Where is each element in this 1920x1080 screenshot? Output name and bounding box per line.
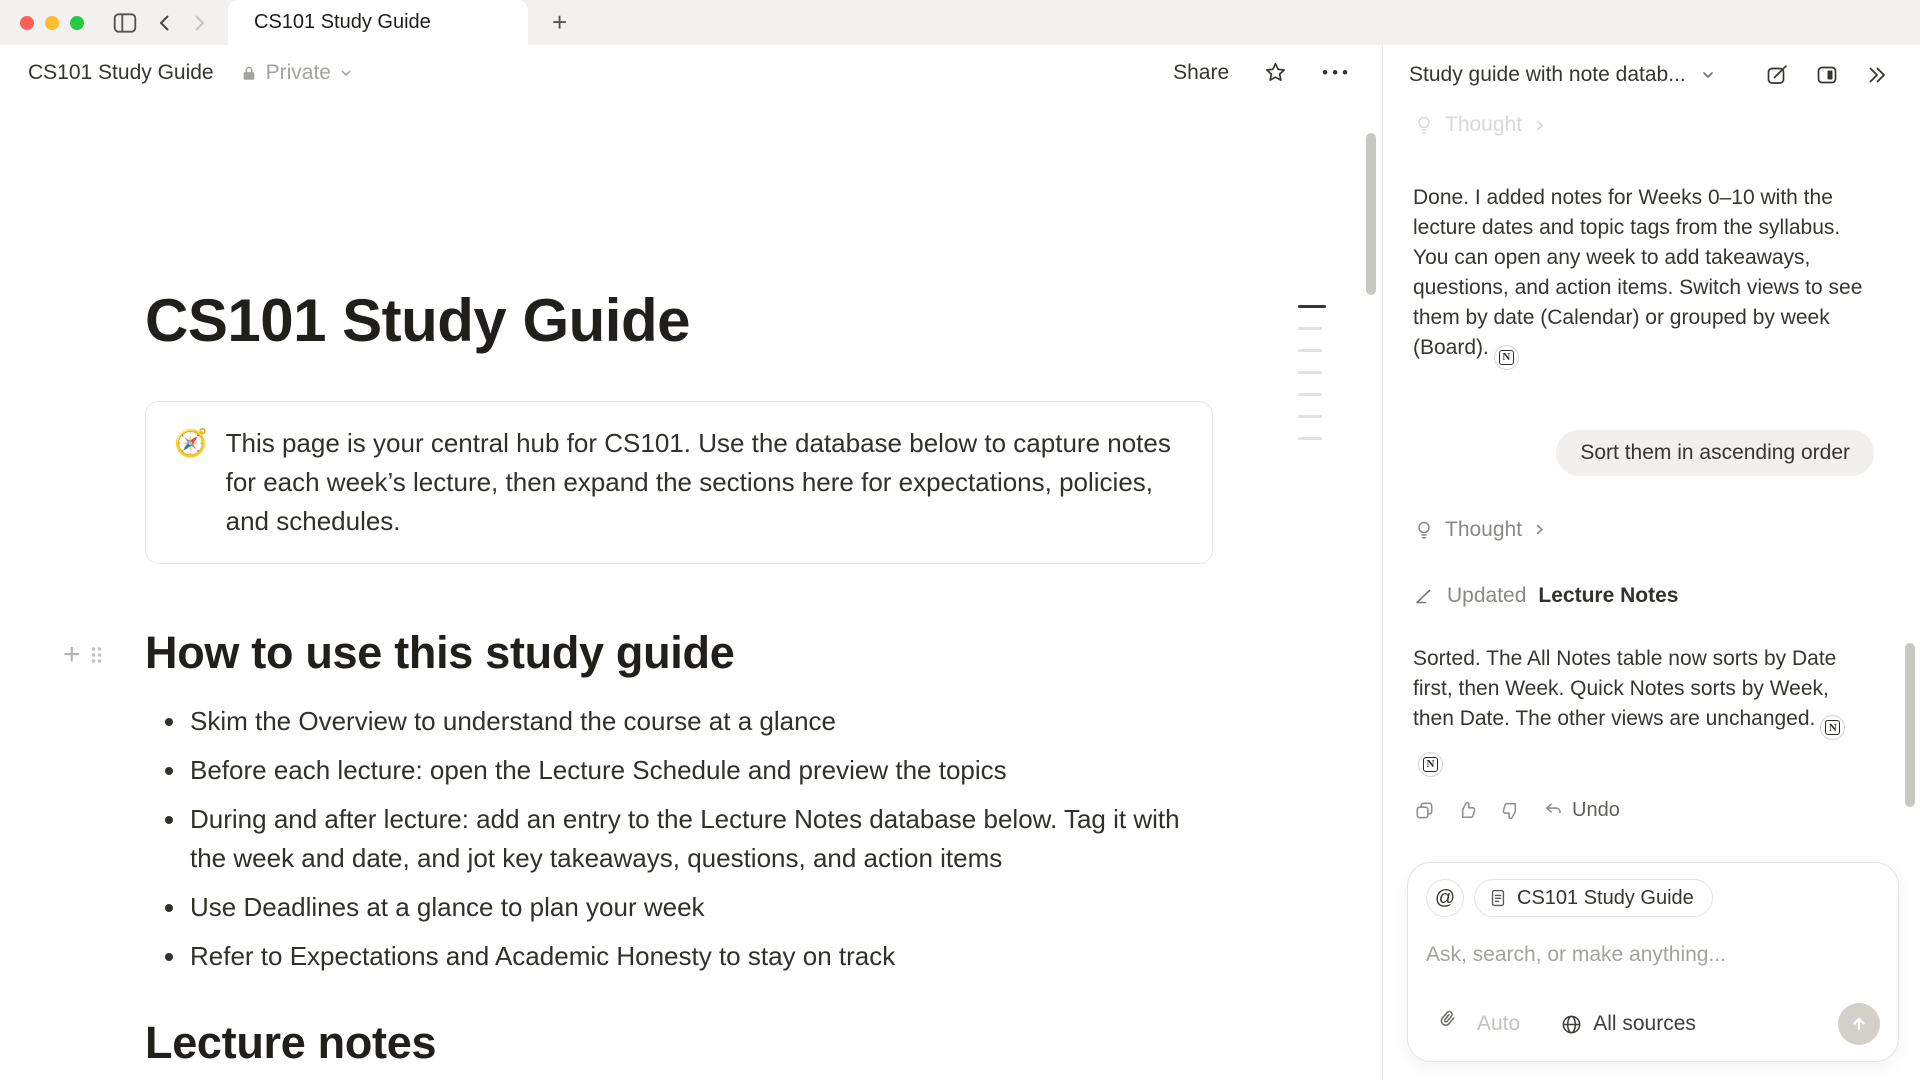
main-content: CS101 Study Guide Private Share •••	[0, 45, 1383, 1080]
list-item[interactable]: Skim the Overview to understand the cour…	[145, 702, 1213, 741]
ai-input[interactable]: Ask, search, or make anything...	[1426, 943, 1880, 967]
drag-handle-icon[interactable]	[89, 644, 104, 666]
ai-input-card: @ CS101 Study Guide Ask, search, or make…	[1407, 862, 1899, 1062]
thought-toggle[interactable]: Thought	[1413, 113, 1874, 137]
chevron-right-icon	[1532, 118, 1547, 133]
lightbulb-icon	[1413, 519, 1435, 541]
list-item[interactable]: Before each lecture: open the Lecture Sc…	[145, 751, 1213, 790]
lightbulb-icon	[1413, 114, 1435, 136]
ai-panel: Study guide with note datab...	[1383, 45, 1919, 1080]
more-options-icon[interactable]: •••	[1322, 63, 1352, 83]
add-block-button[interactable]: +	[63, 640, 81, 670]
ai-thread-selector[interactable]: Study guide with note datab...	[1409, 63, 1716, 87]
assistant-message: Sorted. The All Notes table now sorts by…	[1413, 644, 1874, 777]
thought-label: Thought	[1445, 518, 1522, 542]
sources-selector[interactable]: All sources	[1560, 1012, 1696, 1036]
updated-label: Updated	[1447, 584, 1526, 608]
send-button[interactable]	[1838, 1003, 1880, 1045]
copy-icon[interactable]	[1413, 799, 1436, 822]
list-item[interactable]: Use Deadlines at a glance to plan your w…	[145, 888, 1213, 927]
ai-panel-header: Study guide with note datab...	[1383, 45, 1919, 105]
ai-thread-title: Study guide with note datab...	[1409, 63, 1686, 87]
compass-icon: 🧭	[174, 424, 208, 541]
new-tab-button[interactable]: +	[552, 7, 567, 38]
callout-text: This page is your central hub for CS101.…	[226, 424, 1184, 541]
notion-page-badge-icon[interactable]: N	[1820, 715, 1845, 740]
message-actions: Undo	[1413, 799, 1874, 822]
main-scrollbar[interactable]	[1366, 133, 1376, 295]
close-window-button[interactable]	[20, 16, 34, 30]
collapse-panel-icon[interactable]	[1865, 63, 1889, 87]
breadcrumb[interactable]: CS101 Study Guide	[28, 61, 214, 85]
notion-page-badge-icon[interactable]: N	[1494, 345, 1519, 370]
forward-icon[interactable]	[188, 12, 210, 34]
section-heading-how-to-use[interactable]: How to use this study guide	[145, 626, 1213, 680]
thought-label: Thought	[1445, 113, 1522, 137]
context-chip[interactable]: CS101 Study Guide	[1474, 879, 1713, 917]
undo-arrow-icon	[1542, 799, 1565, 822]
mode-selector[interactable]: Auto	[1477, 1012, 1520, 1036]
thumbs-down-icon[interactable]	[1499, 799, 1522, 822]
panel-layout-icon[interactable]	[1815, 63, 1839, 87]
list-item[interactable]: Refer to Expectations and Academic Hones…	[145, 937, 1213, 976]
share-button[interactable]: Share	[1173, 61, 1229, 85]
minimize-window-button[interactable]	[45, 16, 59, 30]
block-gutter: +	[63, 640, 104, 670]
lock-icon	[240, 64, 258, 82]
toc-indicator[interactable]	[1298, 305, 1326, 440]
chevron-right-icon	[1532, 522, 1547, 537]
privacy-label: Private	[266, 61, 331, 85]
list-item[interactable]: During and after lecture: add an entry t…	[145, 800, 1213, 878]
window-controls	[0, 16, 84, 30]
attach-paperclip-icon[interactable]	[1426, 1013, 1449, 1036]
privacy-control[interactable]: Private	[240, 61, 353, 85]
back-icon[interactable]	[154, 12, 176, 34]
page-icon	[1488, 888, 1508, 908]
chevron-down-icon	[339, 66, 353, 80]
globe-icon	[1560, 1013, 1583, 1036]
tab-cs101-study-guide[interactable]: CS101 Study Guide	[228, 0, 528, 45]
user-message: Sort them in ascending order	[1556, 430, 1874, 476]
notion-window: CS101 Study Guide + CS101 Study Guide Pr…	[0, 0, 1920, 1080]
tab-title: CS101 Study Guide	[254, 11, 431, 34]
updated-target: Lecture Notes	[1538, 584, 1678, 608]
thumbs-up-icon[interactable]	[1456, 799, 1479, 822]
app-body: CS101 Study Guide Private Share •••	[0, 45, 1920, 1080]
fullscreen-window-button[interactable]	[70, 16, 84, 30]
favorite-star-icon[interactable]	[1263, 60, 1288, 85]
chevron-down-icon	[1700, 67, 1716, 83]
section-heading-lecture-notes[interactable]: Lecture notes	[145, 1016, 1213, 1070]
mention-button[interactable]: @	[1426, 879, 1464, 917]
panel-scrollbar[interactable]	[1905, 643, 1915, 807]
titlebar: CS101 Study Guide +	[0, 0, 1920, 45]
undo-button[interactable]: Undo	[1542, 799, 1620, 822]
notion-page-badge-icon[interactable]: N	[1418, 752, 1443, 777]
updated-database-row[interactable]: Updated Lecture Notes	[1413, 584, 1874, 608]
sidebar-toggle-icon[interactable]	[112, 11, 138, 35]
page-title[interactable]: CS101 Study Guide	[145, 286, 1213, 355]
callout-block[interactable]: 🧭 This page is your central hub for CS10…	[145, 401, 1213, 564]
arrow-up-icon	[1848, 1013, 1870, 1035]
bullet-list: Skim the Overview to understand the cour…	[145, 702, 1213, 976]
page-header: CS101 Study Guide Private Share •••	[0, 45, 1382, 100]
assistant-message: Done. I added notes for Weeks 0–10 with …	[1413, 183, 1874, 370]
edit-pencil-icon	[1413, 585, 1435, 607]
thought-toggle[interactable]: Thought	[1413, 518, 1874, 542]
new-chat-compose-icon[interactable]	[1765, 63, 1789, 87]
page-scroll-area: CS101 Study Guide 🧭 This page is your ce…	[0, 100, 1382, 1080]
